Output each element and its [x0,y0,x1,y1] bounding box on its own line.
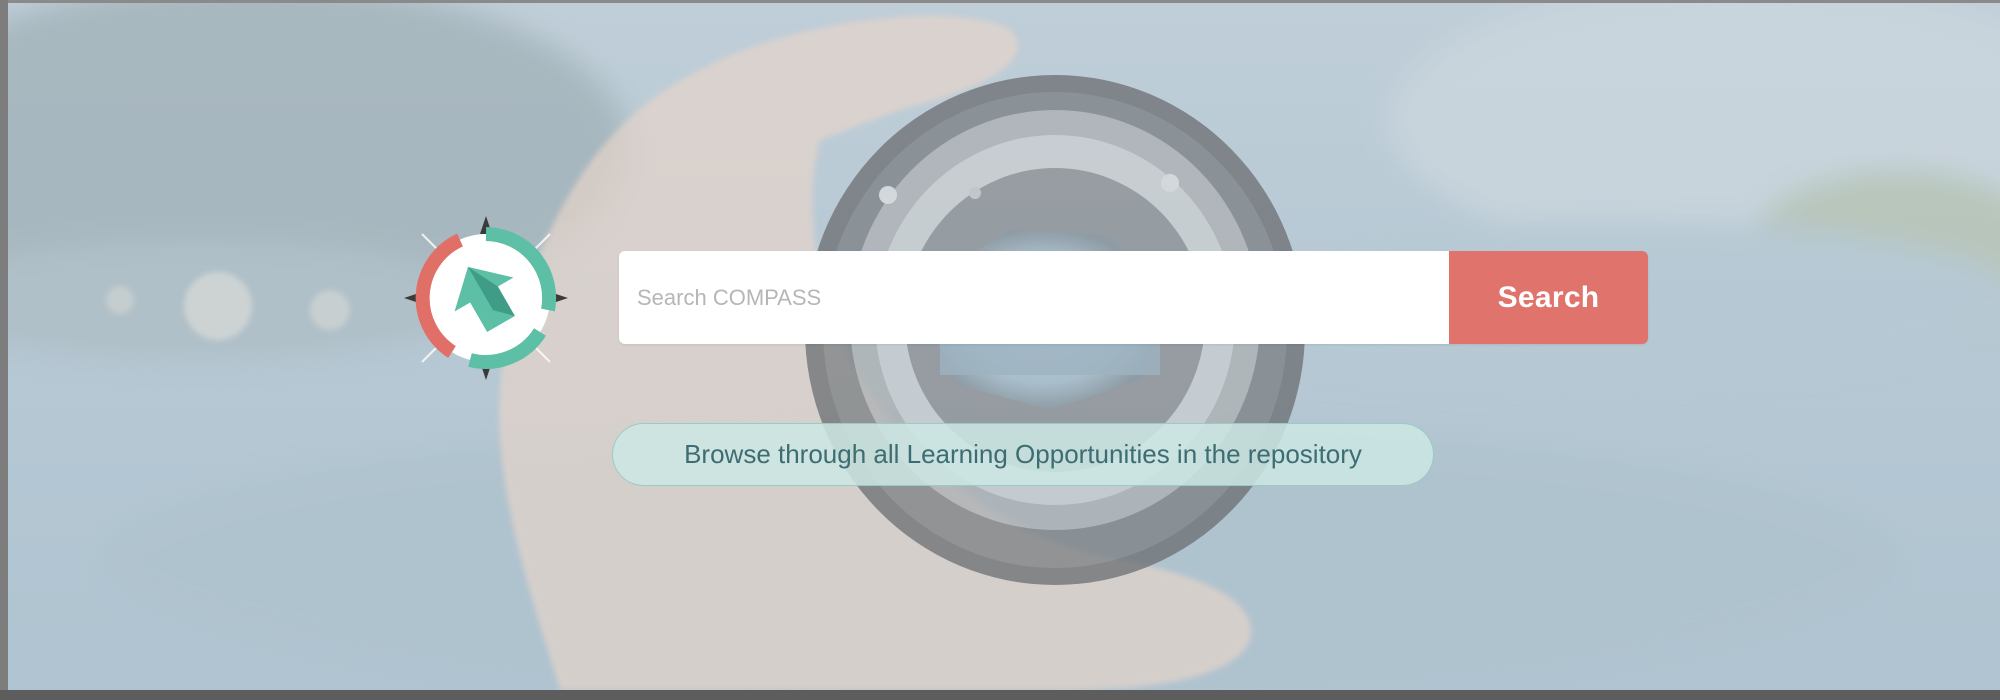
browse-learning-opportunities-button[interactable]: Browse through all Learning Opportunitie… [612,423,1434,486]
search-bar: Search [619,251,1648,344]
search-button[interactable]: Search [1449,251,1648,344]
footer-bar [0,690,2000,700]
search-input[interactable] [619,251,1449,344]
browse-label: Browse through all Learning Opportunitie… [684,439,1362,469]
page: Search Browse through all Learning Oppor… [0,0,2000,700]
hero-background-image [0,0,2000,690]
left-border [0,0,8,690]
compass-logo-icon [400,212,572,384]
top-border [0,0,2000,3]
